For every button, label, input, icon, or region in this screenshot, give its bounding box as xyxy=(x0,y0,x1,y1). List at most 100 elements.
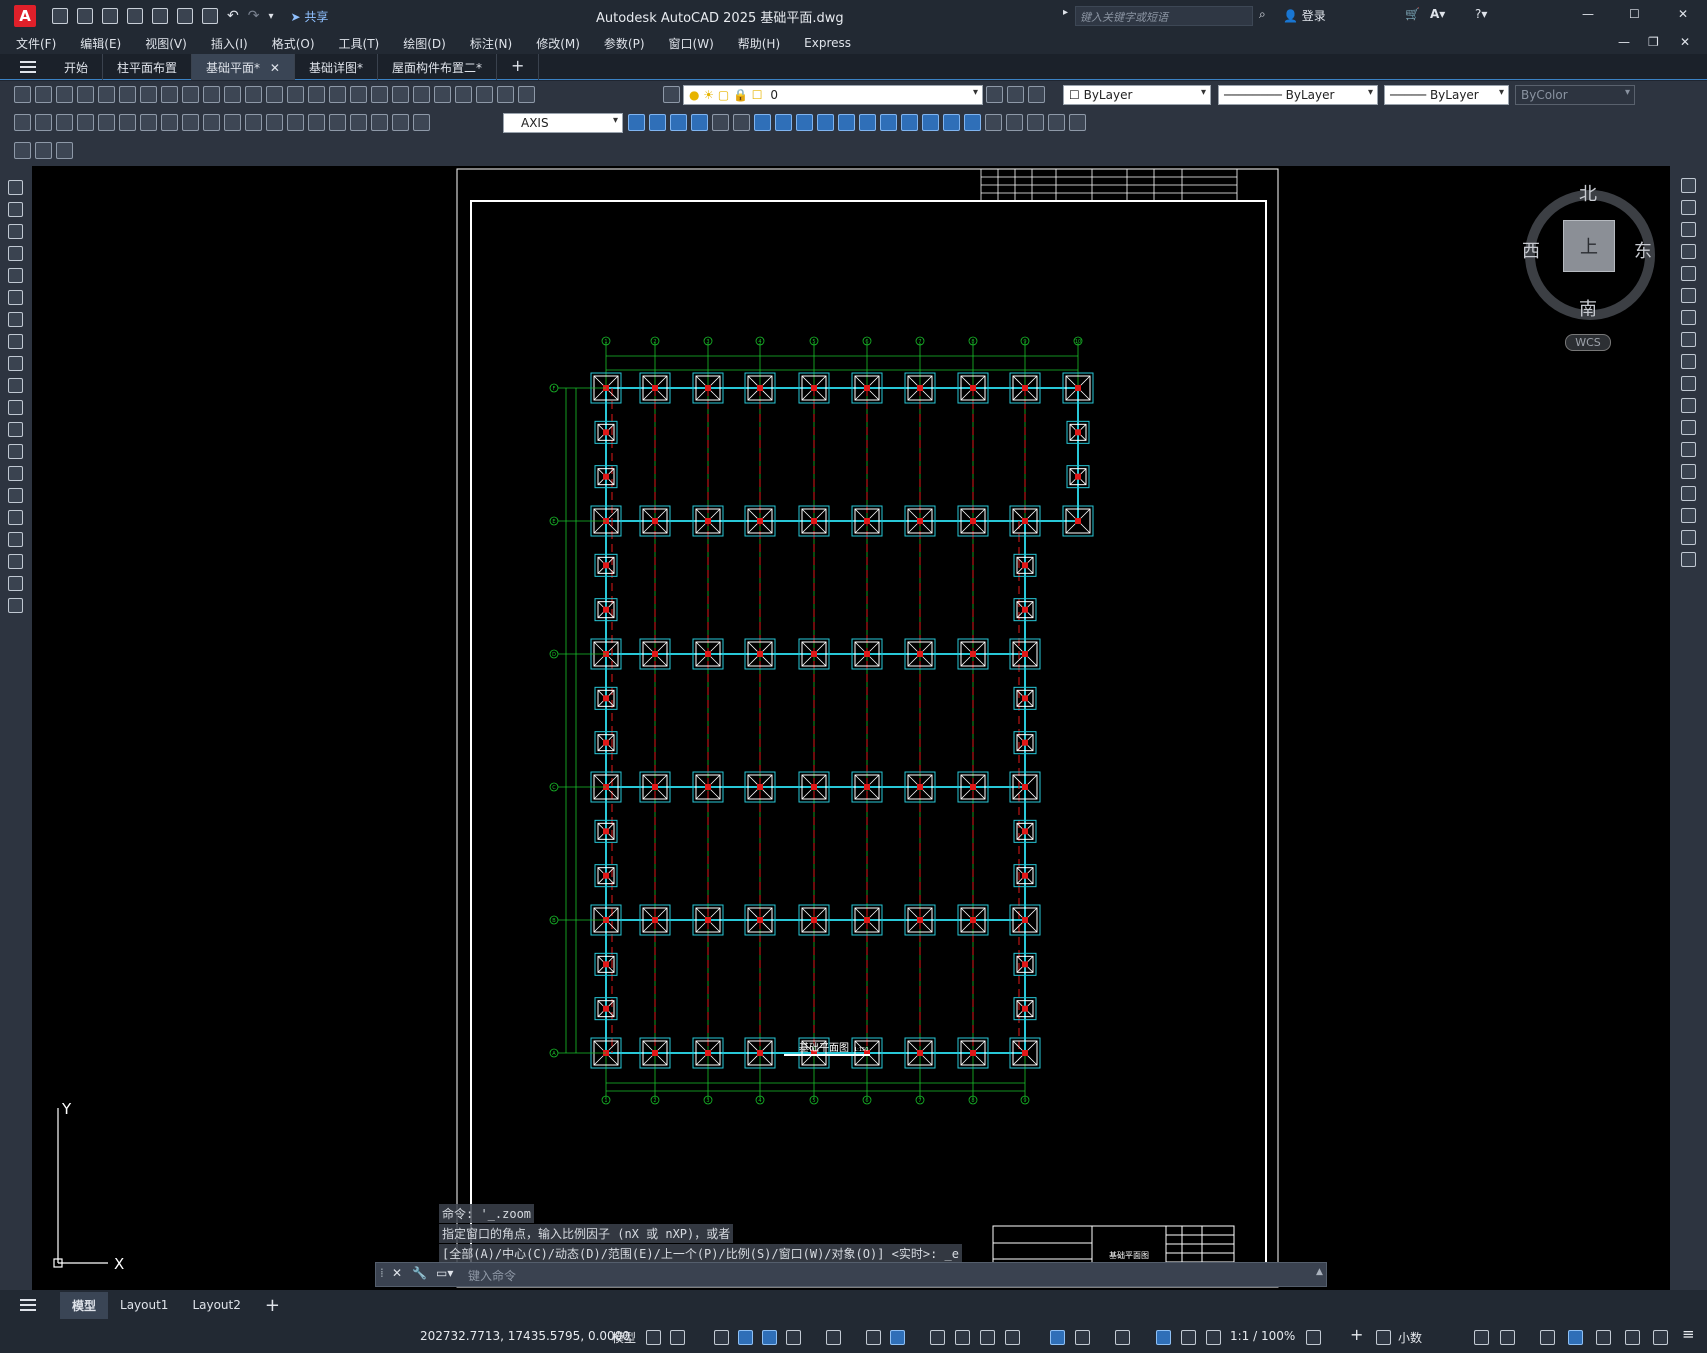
quick-properties-icon[interactable] xyxy=(1474,1330,1489,1345)
tab-foundation-plan[interactable]: 基础平面* ✕ xyxy=(192,53,295,80)
arc-length-dim-icon[interactable] xyxy=(56,114,73,131)
explode-icon[interactable] xyxy=(1681,552,1696,567)
polygon-icon[interactable] xyxy=(8,246,23,261)
doc-close-icon[interactable]: ✕ xyxy=(1680,35,1690,49)
undo-icon[interactable]: ↶ xyxy=(227,8,239,24)
lock-ui-icon[interactable] xyxy=(1500,1330,1515,1345)
baseline-dim-icon[interactable] xyxy=(203,114,220,131)
new-tab-button[interactable]: + xyxy=(497,53,540,80)
gizmo-icon[interactable] xyxy=(1115,1330,1130,1345)
edit-dim-text-icon[interactable] xyxy=(392,114,409,131)
zoom-realtime-icon[interactable] xyxy=(329,86,346,103)
zoom-window-icon[interactable] xyxy=(350,86,367,103)
autodesk-app-icon[interactable]: A▾ xyxy=(1430,7,1445,21)
make-block-icon[interactable] xyxy=(8,444,23,459)
block-editor-icon[interactable] xyxy=(245,86,262,103)
open-icon[interactable] xyxy=(77,8,93,24)
block-icon[interactable] xyxy=(1006,114,1023,131)
join-icon[interactable] xyxy=(901,114,918,131)
new-icon[interactable] xyxy=(52,8,68,24)
ellipse-arc-icon[interactable] xyxy=(8,400,23,415)
add-selected-icon[interactable] xyxy=(8,598,23,613)
search-expand-icon[interactable]: ▸ xyxy=(1063,7,1068,18)
menu-file[interactable]: 文件(F) xyxy=(16,35,56,52)
diameter-dim-icon[interactable] xyxy=(140,114,157,131)
stretch-icon[interactable] xyxy=(796,114,813,131)
units-icon[interactable] xyxy=(1376,1330,1391,1345)
revision-cloud-icon[interactable] xyxy=(8,334,23,349)
close-icon[interactable]: ✕ xyxy=(1678,7,1688,21)
web-open-icon[interactable] xyxy=(152,8,168,24)
quick-dim-icon[interactable] xyxy=(182,114,199,131)
help-icon[interactable] xyxy=(518,86,535,103)
file-tabs-menu-icon[interactable] xyxy=(20,60,36,73)
graphics-performance-icon[interactable] xyxy=(1568,1330,1583,1345)
drawing-canvas[interactable]: 基础平面图 1 2 3 4 5 6 7 8 9 10 1 2 3 4 5 6 7 8 9 F E D C B A 基础平面图 1… xyxy=(32,166,1670,1290)
dynamic-ucs-icon[interactable] xyxy=(1050,1330,1065,1345)
hardware-accel-icon[interactable] xyxy=(1625,1330,1640,1345)
properties-icon[interactable] xyxy=(392,86,409,103)
copy-icon[interactable] xyxy=(1681,200,1696,215)
menu-view[interactable]: 视图(V) xyxy=(145,35,187,52)
menu-modify[interactable]: 修改(M) xyxy=(536,35,580,52)
dynamic-input-icon[interactable] xyxy=(738,1330,753,1345)
calculator-icon[interactable] xyxy=(497,86,514,103)
erase-icon[interactable] xyxy=(628,114,645,131)
doc-minimize-icon[interactable]: — xyxy=(1618,35,1630,49)
menu-dimension[interactable]: 标注(N) xyxy=(470,35,512,52)
share-button[interactable]: ➤ 共享 xyxy=(291,8,329,25)
blend-icon[interactable] xyxy=(1681,530,1696,545)
scale-icon[interactable] xyxy=(1681,332,1696,347)
copy-object-icon[interactable] xyxy=(649,114,666,131)
redo-icon[interactable]: ↷ xyxy=(248,8,260,24)
publish-icon[interactable] xyxy=(119,86,136,103)
viewcube-east[interactable]: 东 xyxy=(1634,237,1652,263)
jogged-linear-icon[interactable] xyxy=(350,114,367,131)
gear-icon[interactable] xyxy=(1306,1330,1321,1345)
edit-dim-icon[interactable] xyxy=(371,114,388,131)
menu-parametric[interactable]: 参数(P) xyxy=(604,35,645,52)
draworder-icon[interactable] xyxy=(985,114,1002,131)
transparency-icon[interactable] xyxy=(955,1330,970,1345)
customize-arrow-icon[interactable]: ▾ xyxy=(268,11,273,22)
hatch-icon[interactable] xyxy=(8,488,23,503)
lineweight-dropdown[interactable]: ───── ByLayer ▾ xyxy=(1384,85,1509,105)
3d-osnap-icon[interactable] xyxy=(1005,1330,1020,1345)
tab-roof-members[interactable]: 屋面构件布置二* xyxy=(378,53,497,80)
menu-edit[interactable]: 编辑(E) xyxy=(80,35,121,52)
doc-restore-icon[interactable]: ❐ xyxy=(1648,35,1659,49)
tab-layout1[interactable]: Layout1 xyxy=(108,1293,180,1317)
selection-filter-icon[interactable] xyxy=(1075,1330,1090,1345)
layer-properties-icon[interactable] xyxy=(663,86,680,103)
snap-icon[interactable] xyxy=(670,1330,685,1345)
pan-icon[interactable] xyxy=(308,86,325,103)
continue-dim-icon[interactable] xyxy=(224,114,241,131)
customize-statusbar-icon[interactable]: ≡ xyxy=(1682,1325,1695,1343)
tab-model[interactable]: 模型 xyxy=(60,1291,109,1319)
rotate-icon[interactable] xyxy=(1681,310,1696,325)
angular-dim-icon[interactable] xyxy=(161,114,178,131)
menu-format[interactable]: 格式(O) xyxy=(272,35,315,52)
isolate-objects-icon[interactable] xyxy=(1540,1330,1555,1345)
annotation-visibility-icon[interactable] xyxy=(1156,1330,1171,1345)
auto-scale-icon[interactable] xyxy=(1181,1330,1196,1345)
break-icon[interactable] xyxy=(880,114,897,131)
scale-icon[interactable] xyxy=(775,114,792,131)
model-space-button[interactable]: 模型 xyxy=(612,1329,636,1346)
offset-icon[interactable] xyxy=(691,114,708,131)
grip-icon[interactable]: ⁞ xyxy=(380,1266,384,1280)
redo-icon[interactable] xyxy=(287,86,304,103)
erase-icon[interactable] xyxy=(1681,178,1696,193)
linear-dim-icon[interactable] xyxy=(14,114,31,131)
color-dropdown[interactable]: ☐ ByLayer ▾ xyxy=(1063,85,1211,105)
viewcube-north[interactable]: 北 xyxy=(1579,180,1597,206)
save-as-icon[interactable] xyxy=(127,8,143,24)
offset-icon[interactable] xyxy=(1681,244,1696,259)
paste-icon[interactable] xyxy=(203,86,220,103)
polar-tracking-icon[interactable] xyxy=(786,1330,801,1345)
open-icon[interactable] xyxy=(35,86,52,103)
match-layer-icon[interactable] xyxy=(1007,86,1024,103)
trim-icon[interactable] xyxy=(1681,376,1696,391)
ellipse-icon[interactable] xyxy=(8,378,23,393)
isodraft-icon[interactable] xyxy=(826,1330,841,1345)
